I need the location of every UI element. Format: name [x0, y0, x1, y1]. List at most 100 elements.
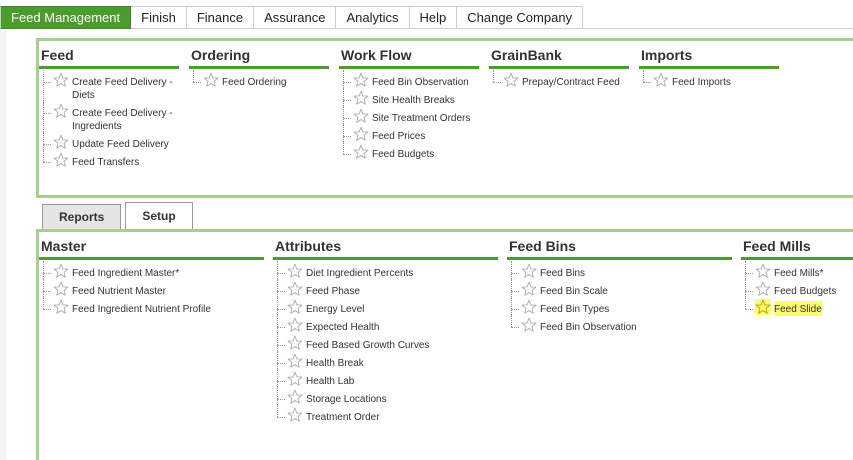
menu-link-item[interactable]: Site Treatment Orders: [343, 106, 479, 128]
favorite-star-icon[interactable]: [53, 103, 69, 119]
menu-link-label[interactable]: Feed Ordering: [222, 74, 286, 89]
favorite-star-icon[interactable]: [521, 263, 537, 279]
menu-link-label[interactable]: Create Feed Delivery - Ingredients: [72, 105, 179, 133]
favorite-star-icon[interactable]: [287, 407, 303, 423]
favorite-star-icon[interactable]: [653, 72, 669, 88]
menu-link-label[interactable]: Storage Locations: [306, 391, 387, 406]
favorite-star-icon[interactable]: [287, 263, 303, 279]
menu-link-label[interactable]: Feed Transfers: [72, 154, 139, 169]
favorite-star-icon[interactable]: [53, 152, 69, 168]
favorite-star-icon[interactable]: [53, 299, 69, 315]
favorite-star-icon[interactable]: [521, 317, 537, 333]
menu-link-item[interactable]: Feed Transfers: [43, 150, 179, 169]
menu-link-item[interactable]: Feed Slide: [745, 297, 853, 316]
menu-link-label[interactable]: Prepay/Contract Feed: [522, 74, 620, 89]
menu-link-item[interactable]: Feed Imports: [643, 70, 779, 89]
tab-setup[interactable]: Setup: [125, 202, 193, 229]
favorite-star-icon[interactable]: [287, 281, 303, 297]
favorite-star-icon[interactable]: [203, 72, 219, 88]
menu-link-item[interactable]: Create Feed Delivery - Ingredients: [43, 101, 179, 136]
menu-link-label[interactable]: Feed Ingredient Nutrient Profile: [72, 301, 211, 316]
menu-link-label[interactable]: Treatment Order: [306, 409, 380, 424]
menu-link-item[interactable]: Feed Bin Scale: [511, 279, 732, 301]
favorite-star-icon[interactable]: [53, 263, 69, 279]
menu-link-item[interactable]: Storage Locations: [277, 387, 498, 409]
favorite-star-icon[interactable]: [755, 299, 771, 315]
tab-reports[interactable]: Reports: [42, 204, 122, 229]
menu-link-item[interactable]: Health Break: [277, 351, 498, 373]
menu-link-item[interactable]: Health Lab: [277, 369, 498, 391]
menu-link-item[interactable]: Energy Level: [277, 297, 498, 319]
menu-link-label[interactable]: Expected Health: [306, 319, 379, 334]
menu-link-item[interactable]: Create Feed Delivery - Diets: [43, 70, 179, 105]
menu-link-label[interactable]: Energy Level: [306, 301, 364, 316]
favorite-star-icon[interactable]: [287, 353, 303, 369]
menu-link-item[interactable]: Feed Prices: [343, 124, 479, 146]
menu-link-label[interactable]: Feed Bin Observation: [540, 319, 637, 334]
menu-link-label[interactable]: Feed Slide: [774, 301, 822, 316]
menu-link-item[interactable]: Site Health Breaks: [343, 88, 479, 110]
menu-link-item[interactable]: Feed Mills*: [745, 261, 853, 283]
favorite-star-icon[interactable]: [287, 389, 303, 405]
menu-link-item[interactable]: Feed Ingredient Master*: [43, 261, 264, 283]
menu-link-item[interactable]: Feed Budgets: [745, 279, 853, 301]
menu-link-label[interactable]: Feed Prices: [372, 128, 425, 143]
favorite-star-icon[interactable]: [353, 90, 369, 106]
menu-link-label[interactable]: Feed Bins: [540, 265, 585, 280]
favorite-star-icon[interactable]: [287, 317, 303, 333]
favorite-star-icon[interactable]: [353, 108, 369, 124]
nav-tab-feed-management[interactable]: Feed Management: [0, 6, 132, 29]
nav-tab-finish[interactable]: Finish: [131, 6, 187, 29]
menu-link-label[interactable]: Feed Phase: [306, 283, 360, 298]
menu-link-item[interactable]: Expected Health: [277, 315, 498, 337]
favorite-star-icon[interactable]: [287, 299, 303, 315]
menu-link-item[interactable]: Feed Ordering: [193, 70, 329, 89]
menu-link-label[interactable]: Create Feed Delivery - Diets: [72, 74, 179, 102]
menu-link-label[interactable]: Feed Bin Types: [540, 301, 609, 316]
menu-link-label[interactable]: Feed Bin Observation: [372, 74, 469, 89]
nav-tab-finance[interactable]: Finance: [186, 6, 255, 29]
menu-link-item[interactable]: Diet Ingredient Percents: [277, 261, 498, 283]
menu-link-label[interactable]: Feed Nutrient Master: [72, 283, 166, 298]
menu-link-item[interactable]: Feed Bin Observation: [343, 70, 479, 92]
menu-link-label[interactable]: Health Break: [306, 355, 364, 370]
menu-link-item[interactable]: Feed Ingredient Nutrient Profile: [43, 297, 264, 316]
favorite-star-icon[interactable]: [755, 281, 771, 297]
menu-link-label[interactable]: Health Lab: [306, 373, 354, 388]
menu-link-label[interactable]: Feed Bin Scale: [540, 283, 608, 298]
nav-tab-change-company[interactable]: Change Company: [457, 6, 584, 29]
menu-link-label[interactable]: Feed Imports: [672, 74, 731, 89]
menu-link-item[interactable]: Feed Budgets: [343, 142, 479, 161]
menu-link-item[interactable]: Update Feed Delivery: [43, 132, 179, 154]
menu-link-label[interactable]: Feed Based Growth Curves: [306, 337, 429, 352]
favorite-star-icon[interactable]: [353, 72, 369, 88]
favorite-star-icon[interactable]: [53, 281, 69, 297]
menu-link-item[interactable]: Treatment Order: [277, 405, 498, 424]
menu-link-item[interactable]: Prepay/Contract Feed: [493, 70, 629, 89]
menu-link-label[interactable]: Feed Budgets: [372, 146, 434, 161]
menu-link-item[interactable]: Feed Phase: [277, 279, 498, 301]
menu-link-label[interactable]: Diet Ingredient Percents: [306, 265, 413, 280]
favorite-star-icon[interactable]: [287, 335, 303, 351]
nav-tab-analytics[interactable]: Analytics: [336, 6, 410, 29]
favorite-star-icon[interactable]: [755, 263, 771, 279]
favorite-star-icon[interactable]: [521, 281, 537, 297]
menu-link-label[interactable]: Feed Ingredient Master*: [72, 265, 179, 280]
favorite-star-icon[interactable]: [503, 72, 519, 88]
menu-link-label[interactable]: Feed Budgets: [774, 283, 836, 298]
favorite-star-icon[interactable]: [287, 371, 303, 387]
menu-link-label[interactable]: Site Treatment Orders: [372, 110, 470, 125]
menu-link-item[interactable]: Feed Nutrient Master: [43, 279, 264, 301]
menu-link-label[interactable]: Update Feed Delivery: [72, 136, 169, 151]
menu-link-label[interactable]: Site Health Breaks: [372, 92, 455, 107]
menu-link-item[interactable]: Feed Bin Observation: [511, 315, 732, 334]
menu-link-item[interactable]: Feed Bins: [511, 261, 732, 283]
nav-tab-assurance[interactable]: Assurance: [254, 6, 337, 29]
favorite-star-icon[interactable]: [53, 72, 69, 88]
nav-tab-help[interactable]: Help: [409, 6, 458, 29]
menu-link-item[interactable]: Feed Bin Types: [511, 297, 732, 319]
menu-link-label[interactable]: Feed Mills*: [774, 265, 823, 280]
favorite-star-icon[interactable]: [353, 144, 369, 160]
favorite-star-icon[interactable]: [521, 299, 537, 315]
favorite-star-icon[interactable]: [53, 134, 69, 150]
